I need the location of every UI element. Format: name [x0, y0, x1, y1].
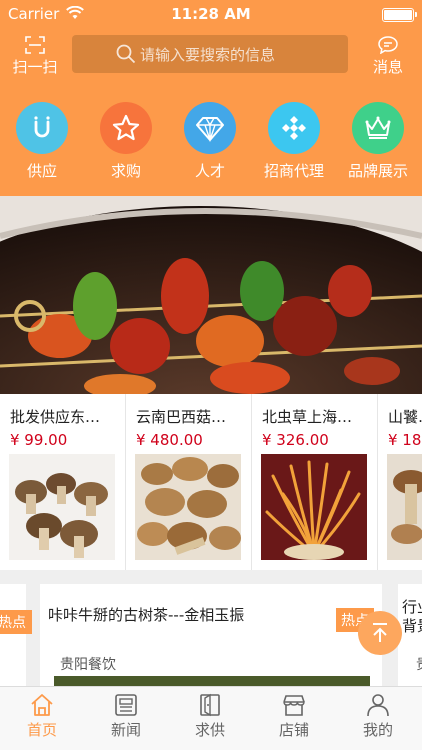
- shop-icon: [283, 695, 305, 716]
- news-title: 咔咔牛掰的古树茶---金相玉振: [48, 606, 245, 624]
- door-icon: [200, 693, 220, 717]
- tab-label: 新闻: [110, 721, 141, 739]
- grilled-skewers-picture: [0, 196, 422, 394]
- search-placeholder: 请输入要搜索的信息: [140, 46, 276, 64]
- tab-news[interactable]: 新闻: [84, 687, 168, 750]
- category-label: 人才: [194, 162, 225, 180]
- header: Carrier 11:28 AM 扫一扫 请输入要搜索的信息 消息 供应 求购 …: [0, 0, 422, 196]
- scan-button[interactable]: 扫一扫: [8, 34, 62, 80]
- top-bar: 扫一扫 请输入要搜索的信息 消息: [0, 30, 422, 90]
- grid-diamond-icon: [282, 116, 306, 140]
- news-source: 贵阳餐饮: [60, 657, 116, 673]
- news-source: 贵: [416, 654, 422, 674]
- product-card[interactable]: 北虫草上海… ¥ 326.00: [252, 394, 378, 570]
- news-image: [54, 676, 370, 686]
- back-to-top-button[interactable]: [358, 611, 402, 655]
- product-name: 山饕…: [388, 408, 422, 426]
- crown-icon: [365, 116, 391, 139]
- category-circle: [100, 102, 152, 154]
- tab-bar: 首页 新闻 求供 店铺 我的: [0, 686, 422, 750]
- newspaper-icon: [115, 694, 137, 716]
- category-label: 招商代理: [263, 162, 324, 180]
- search-icon: [116, 44, 136, 64]
- product-price: ¥ 18: [388, 431, 422, 449]
- category-circle: [268, 102, 320, 154]
- category-supply[interactable]: 供应: [0, 100, 84, 181]
- category-circle: [184, 102, 236, 154]
- product-image: [261, 454, 367, 560]
- category-talent[interactable]: 人才: [168, 100, 252, 181]
- category-brand[interactable]: 品牌展示: [336, 100, 420, 181]
- arrow-up-icon: [373, 623, 387, 642]
- tab-label: 首页: [26, 721, 57, 739]
- star-icon: [112, 114, 140, 141]
- status-bar: Carrier 11:28 AM: [0, 0, 422, 30]
- category-label: 求购: [110, 162, 141, 180]
- banner-image[interactable]: [0, 196, 422, 394]
- tab-supply-demand[interactable]: 求供: [168, 687, 252, 750]
- battery-icon: [382, 8, 417, 22]
- chat-bubble-icon: [378, 36, 398, 54]
- product-name: 云南巴西菇…: [136, 408, 227, 426]
- product-image: [387, 454, 422, 560]
- person-icon: [367, 694, 389, 717]
- tab-home[interactable]: 首页: [0, 687, 84, 750]
- product-price: ¥ 99.00: [10, 431, 68, 449]
- category-purchase[interactable]: 求购: [84, 100, 168, 181]
- message-button[interactable]: 消息: [368, 34, 408, 80]
- category-circle: [16, 102, 68, 154]
- product-card[interactable]: 批发供应东… ¥ 99.00: [0, 394, 126, 570]
- product-list: 批发供应东… ¥ 99.00 云南巴西菇… ¥ 480.00 北虫草上海… ¥ …: [0, 394, 422, 570]
- hot-tag: 热点: [0, 610, 32, 634]
- product-image: [135, 454, 241, 560]
- category-label: 品牌展示: [347, 162, 408, 180]
- diamond-icon: [196, 117, 224, 143]
- product-card[interactable]: 山饕… ¥ 18: [378, 394, 422, 570]
- tab-label: 我的: [362, 721, 393, 739]
- category-agency[interactable]: 招商代理: [252, 100, 336, 181]
- tab-profile[interactable]: 我的: [336, 687, 420, 750]
- category-bar: 供应 求购 人才 招商代理 品牌展示: [0, 100, 422, 190]
- u-icon: [34, 116, 50, 138]
- clock: 11:28 AM: [171, 5, 251, 23]
- scan-label: 扫一扫: [12, 58, 58, 76]
- category-circle: [352, 102, 404, 154]
- news-title: 行业背景: [402, 598, 422, 635]
- search-input[interactable]: 请输入要搜索的信息: [72, 35, 348, 73]
- tab-label: 店铺: [278, 721, 309, 739]
- product-card[interactable]: 云南巴西菇… ¥ 480.00: [126, 394, 252, 570]
- news-card-previous[interactable]: 热点: [0, 584, 32, 686]
- scan-icon: [25, 36, 45, 54]
- product-price: ¥ 326.00: [262, 431, 329, 449]
- home-icon: [31, 694, 53, 716]
- tab-shop[interactable]: 店铺: [252, 687, 336, 750]
- product-image: [9, 454, 115, 560]
- category-label: 供应: [26, 162, 57, 180]
- product-price: ¥ 480.00: [136, 431, 203, 449]
- product-name: 批发供应东…: [10, 408, 101, 426]
- message-label: 消息: [372, 58, 403, 76]
- product-name: 北虫草上海…: [262, 408, 353, 426]
- tab-label: 求供: [194, 721, 225, 739]
- news-card[interactable]: 咔咔牛掰的古树茶---金相玉振 热点 贵阳餐饮: [40, 584, 382, 686]
